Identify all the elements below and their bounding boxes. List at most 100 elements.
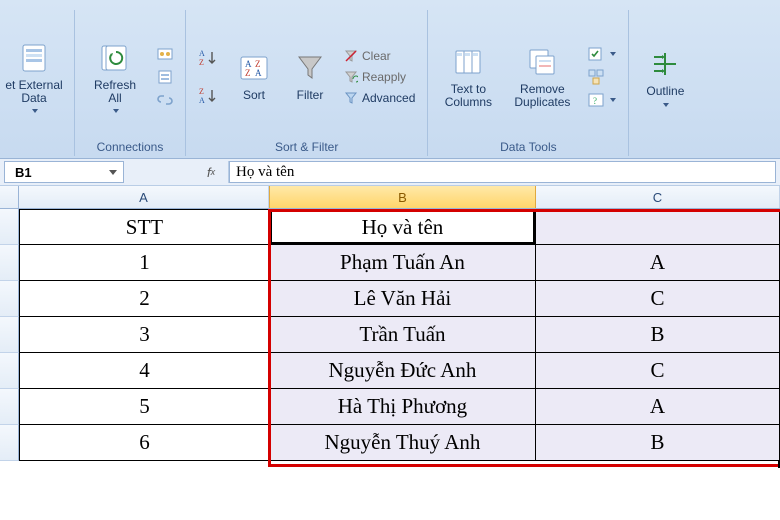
- cell[interactable]: 2: [19, 281, 270, 317]
- cell-value: C: [650, 358, 664, 383]
- cell[interactable]: A: [536, 389, 780, 425]
- cell[interactable]: Phạm Tuấn An: [270, 245, 536, 281]
- cell[interactable]: 5: [19, 389, 270, 425]
- cell[interactable]: Nguyễn Đức Anh: [270, 353, 536, 389]
- cell[interactable]: 1: [19, 245, 270, 281]
- text-to-columns-icon: [451, 45, 485, 79]
- reapply-icon: [344, 70, 358, 84]
- svg-text:Z: Z: [199, 58, 204, 67]
- group-sort-filter: A Z Z A A Z Z A Sort: [186, 10, 428, 156]
- cell[interactable]: Lê Văn Hải: [270, 281, 536, 317]
- row-header[interactable]: [0, 245, 19, 281]
- cell-value: Nguyễn Đức Anh: [329, 358, 477, 383]
- properties-icon: [157, 69, 173, 85]
- edit-links-button[interactable]: [153, 90, 177, 110]
- clear-button[interactable]: Clear: [340, 47, 395, 65]
- worksheet: A B C STT Họ và tên 1 Phạm Tuấn An A 2 L…: [0, 186, 780, 520]
- reapply-button[interactable]: Reapply: [340, 68, 410, 86]
- cell-value: 3: [139, 322, 150, 347]
- sort-label: Sort: [243, 89, 265, 102]
- sort-asc-button[interactable]: A Z: [194, 46, 222, 70]
- consolidate-button[interactable]: [584, 67, 608, 87]
- cell[interactable]: 4: [19, 353, 270, 389]
- cell-value: Trần Tuấn: [359, 322, 445, 347]
- filter-label: Filter: [297, 89, 324, 102]
- table-row: 5 Hà Thị Phương A: [0, 389, 780, 425]
- advanced-button[interactable]: Advanced: [340, 89, 419, 107]
- consolidate-icon: [588, 69, 604, 85]
- cell-value: 2: [139, 286, 150, 311]
- cell-value: STT: [126, 215, 163, 240]
- column-header-A[interactable]: A: [19, 186, 269, 208]
- row-header[interactable]: [0, 353, 19, 389]
- cell[interactable]: [536, 209, 780, 245]
- refresh-all-button[interactable]: Refresh All: [83, 29, 147, 125]
- row-header[interactable]: [0, 209, 19, 245]
- svg-text:?: ?: [593, 96, 597, 106]
- sort-desc-button[interactable]: Z A: [194, 84, 222, 108]
- group-data-tools: Text to Columns Remove Duplicates ? Data…: [428, 10, 629, 156]
- row-header[interactable]: [0, 281, 19, 317]
- group-get-external-data: et External Data: [0, 10, 75, 156]
- cell[interactable]: C: [536, 281, 780, 317]
- name-box[interactable]: B1: [4, 161, 124, 183]
- row-header[interactable]: [0, 425, 19, 461]
- refresh-all-label: Refresh All: [94, 79, 136, 105]
- cell-value: Phạm Tuấn An: [340, 250, 465, 275]
- cell[interactable]: Hà Thị Phương: [270, 389, 536, 425]
- cell[interactable]: C: [536, 353, 780, 389]
- remove-duplicates-icon: [525, 45, 559, 79]
- cell[interactable]: A: [536, 245, 780, 281]
- fx-icon[interactable]: fx: [194, 161, 229, 183]
- formula-input[interactable]: Họ và tên: [229, 161, 776, 183]
- cell[interactable]: 3: [19, 317, 270, 353]
- connections-group-label: Connections: [75, 140, 185, 156]
- row-header[interactable]: [0, 389, 19, 425]
- svg-text:A: A: [199, 49, 205, 58]
- cell[interactable]: Trần Tuấn: [270, 317, 536, 353]
- cell[interactable]: B: [536, 425, 780, 461]
- svg-text:Z: Z: [199, 87, 204, 96]
- data-validation-button[interactable]: [584, 44, 620, 64]
- cell-value: A: [650, 394, 665, 419]
- reapply-label: Reapply: [362, 70, 406, 84]
- select-all-corner[interactable]: [0, 186, 19, 208]
- formula-bar: B1 fx Họ và tên: [0, 159, 780, 186]
- sort-filter-group-label: Sort & Filter: [186, 140, 427, 156]
- what-if-button[interactable]: ?: [584, 90, 620, 110]
- connections-button[interactable]: [153, 44, 177, 64]
- data-tools-group-label: Data Tools: [428, 140, 628, 156]
- table-row: 1 Phạm Tuấn An A: [0, 245, 780, 281]
- chevron-down-icon: [663, 103, 669, 107]
- filter-options: Clear Reapply Advanced: [340, 29, 419, 125]
- filter-button[interactable]: Filter: [286, 29, 334, 125]
- cell[interactable]: STT: [19, 209, 270, 245]
- remove-duplicates-button[interactable]: Remove Duplicates: [506, 29, 578, 125]
- cell[interactable]: Họ và tên: [270, 209, 536, 245]
- column-header-C[interactable]: C: [536, 186, 780, 208]
- cell-value: 5: [139, 394, 150, 419]
- group-outline: Outline: [629, 10, 701, 156]
- database-icon: [17, 41, 51, 75]
- cell-value: 4: [139, 358, 150, 383]
- cell-value: B: [650, 322, 664, 347]
- formula-value: Họ và tên: [236, 164, 294, 181]
- column-headers: A B C: [0, 186, 780, 209]
- cell[interactable]: 6: [19, 425, 270, 461]
- name-box-value: B1: [15, 165, 32, 180]
- cell-value: Họ và tên: [362, 215, 444, 240]
- row-header[interactable]: [0, 317, 19, 353]
- get-external-data-button[interactable]: et External Data: [2, 29, 66, 125]
- properties-button[interactable]: [153, 67, 177, 87]
- chevron-down-icon: [610, 52, 616, 56]
- text-to-columns-button[interactable]: Text to Columns: [436, 29, 500, 125]
- outline-button[interactable]: Outline: [637, 29, 693, 125]
- column-header-B[interactable]: B: [269, 186, 536, 208]
- cell-value: 1: [139, 250, 150, 275]
- links-icon: [157, 92, 173, 108]
- cell-value: A: [650, 250, 665, 275]
- cell[interactable]: Nguyễn Thuý Anh: [270, 425, 536, 461]
- sort-button[interactable]: A Z Z A Sort: [228, 29, 280, 125]
- grid-body: STT Họ và tên 1 Phạm Tuấn An A 2 Lê Văn …: [0, 209, 780, 461]
- cell[interactable]: B: [536, 317, 780, 353]
